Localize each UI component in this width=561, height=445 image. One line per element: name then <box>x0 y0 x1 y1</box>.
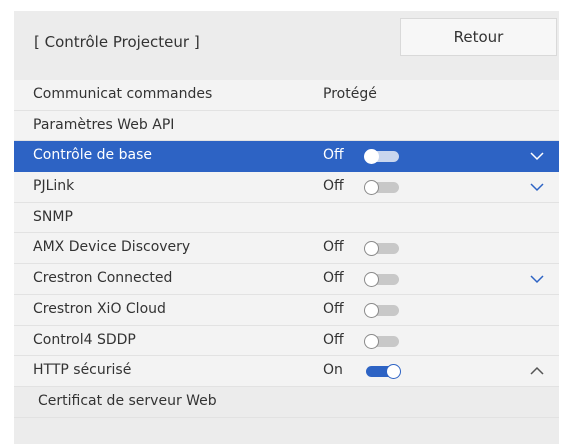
toggle-knob <box>386 364 401 380</box>
row-value: On <box>323 362 343 379</box>
settings-row-communicat-commandes[interactable]: Communicat commandes Protégé <box>14 80 559 111</box>
row-value: Off <box>323 270 344 287</box>
row-value: Off <box>323 331 344 348</box>
row-label: PJLink <box>33 178 75 195</box>
toggle-knob <box>364 149 379 165</box>
settings-row-parametres-web-api[interactable]: Paramètres Web API <box>14 110 559 142</box>
settings-row-pjlink[interactable]: PJLink Off <box>14 172 559 203</box>
row-value: Off <box>323 300 344 317</box>
toggle-switch[interactable] <box>366 364 401 380</box>
row-label: Crestron Connected <box>33 270 173 287</box>
toggle-switch[interactable] <box>364 180 399 196</box>
row-label: SNMP <box>33 208 73 225</box>
row-label: Communicat commandes <box>33 86 213 102</box>
chevron-down-icon[interactable] <box>530 181 544 193</box>
row-label: Control4 SDDP <box>33 331 136 348</box>
settings-row-http-securise[interactable]: HTTP sécurisé On <box>14 356 559 387</box>
toggle-knob <box>364 272 379 288</box>
toggle-knob <box>364 302 379 318</box>
row-value: Off <box>323 239 344 256</box>
page-title: [ Contrôle Projecteur ] <box>34 33 200 51</box>
toggle-switch[interactable] <box>364 149 399 165</box>
settings-row-controle-de-base[interactable]: Contrôle de base Off <box>14 141 559 173</box>
row-label: Crestron XiO Cloud <box>33 300 166 317</box>
toggle-switch[interactable] <box>364 333 399 349</box>
toggle-knob <box>364 333 379 349</box>
settings-row-control4-sddp[interactable]: Control4 SDDP Off <box>14 325 559 357</box>
settings-row-certificat-de-serveur-web[interactable]: Certificat de serveur Web <box>14 386 559 418</box>
chevron-down-icon[interactable] <box>530 273 544 285</box>
toggle-knob <box>364 241 379 257</box>
settings-row-amx-device-discovery[interactable]: AMX Device Discovery Off <box>14 233 559 265</box>
back-button[interactable]: Retour <box>400 18 557 56</box>
row-value: Protégé <box>323 86 377 102</box>
row-label: Contrôle de base <box>33 147 152 164</box>
settings-row-snmp[interactable]: SNMP <box>14 202 559 234</box>
toggle-knob <box>364 180 379 196</box>
row-value: Off <box>323 147 344 164</box>
toggle-switch[interactable] <box>364 241 399 257</box>
toggle-switch[interactable] <box>364 272 399 288</box>
settings-row-crestron-connected[interactable]: Crestron Connected Off <box>14 264 559 295</box>
chevron-up-icon[interactable] <box>530 365 544 377</box>
settings-list: Communicat commandes Protégé Paramètres We… <box>14 80 559 418</box>
row-value: Off <box>323 178 344 195</box>
settings-row-crestron-xio-cloud[interactable]: Crestron XiO Cloud Off <box>14 294 559 326</box>
row-label: AMX Device Discovery <box>33 239 191 256</box>
toggle-switch[interactable] <box>364 302 399 318</box>
panel-header: [ Contrôle Projecteur ] Retour <box>14 11 559 79</box>
row-label: Certificat de serveur Web <box>38 392 217 409</box>
settings-panel: [ Contrôle Projecteur ] Retour Communica… <box>14 11 559 444</box>
row-label: Paramètres Web API <box>33 116 175 133</box>
chevron-down-icon[interactable] <box>530 150 544 162</box>
row-label: HTTP sécurisé <box>33 362 132 379</box>
